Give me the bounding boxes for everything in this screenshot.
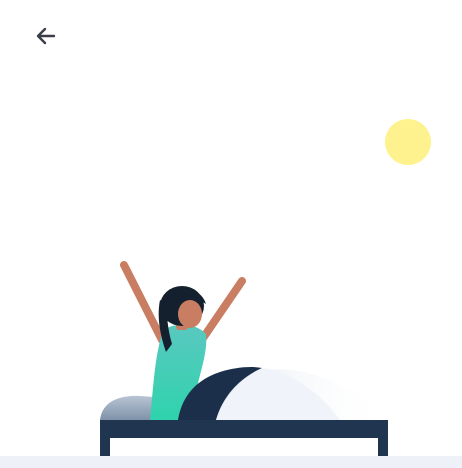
face: [178, 300, 202, 328]
bottom-strip: [0, 456, 462, 468]
bed-top: [100, 420, 388, 438]
wake-up-screen: [0, 0, 462, 468]
right-arm: [197, 277, 246, 345]
wake-up-illustration: [100, 119, 431, 466]
left-arm: [120, 261, 166, 344]
sun: [385, 119, 431, 165]
